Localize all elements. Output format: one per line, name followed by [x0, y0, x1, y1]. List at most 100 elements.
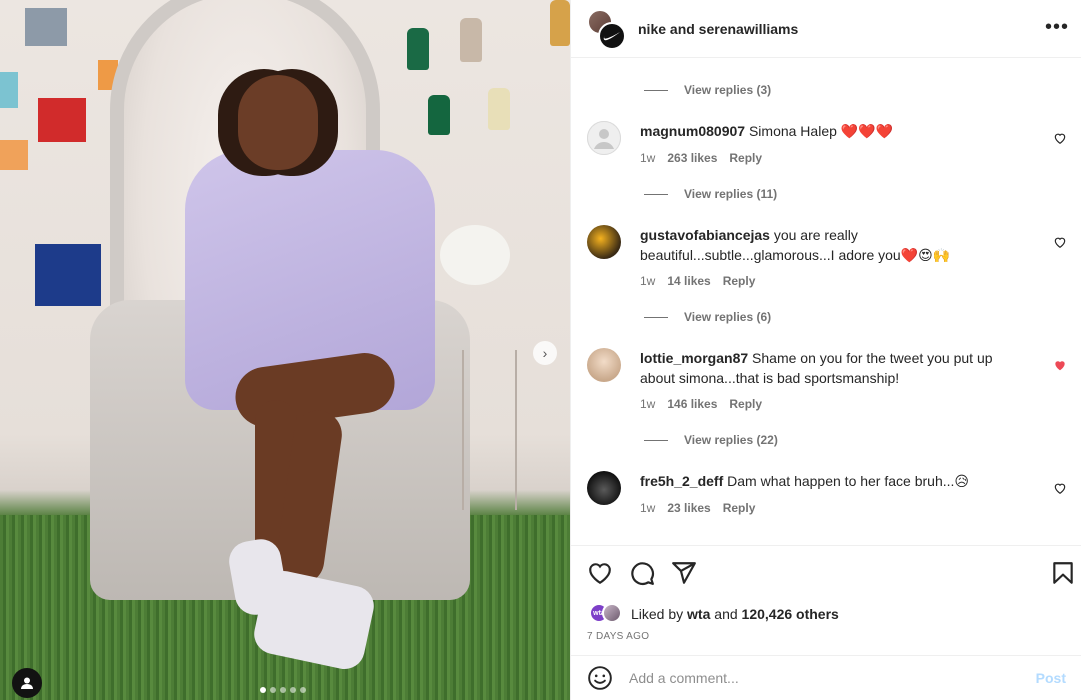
comment-likes[interactable]: 146 likes: [667, 397, 717, 411]
avatar[interactable]: [587, 121, 621, 155]
like-heart-icon[interactable]: [587, 560, 613, 586]
liked-by-joiner: and: [714, 606, 738, 622]
view-replies-label: View replies (22): [684, 433, 778, 447]
comment-text: gustavofabiancejas you are really beauti…: [640, 225, 1020, 265]
like-comment-heart-icon[interactable]: [1053, 481, 1067, 495]
carousel-dot: [260, 687, 266, 693]
view-replies-link[interactable]: View replies (11): [644, 187, 777, 201]
nike-swoosh-icon: [603, 31, 620, 40]
carousel-dot: [280, 687, 286, 693]
reply-button[interactable]: Reply: [723, 501, 756, 515]
thread-spool: [460, 18, 482, 62]
avatar[interactable]: [602, 603, 622, 623]
view-replies-label: View replies (11): [684, 187, 778, 201]
like-comment-heart-icon[interactable]: [1053, 235, 1067, 249]
bookmark-icon[interactable]: [1050, 560, 1076, 586]
thread-spool: [550, 0, 570, 46]
liker-avatars[interactable]: wta: [587, 603, 625, 625]
nike-logo-avatar[interactable]: [598, 21, 626, 50]
wall-decor-block: [0, 72, 18, 108]
share-send-icon[interactable]: [671, 560, 697, 586]
comment-input[interactable]: [629, 670, 1036, 686]
comment-content: Dam what happen to her face bruh...😥: [727, 473, 969, 489]
comment-text: lottie_morgan87 Shame on you for the twe…: [640, 348, 1020, 388]
liked-by-others[interactable]: 120,426 others: [742, 606, 839, 622]
comment-time[interactable]: 1w: [640, 151, 655, 165]
comment-meta: 1w 23 likes Reply: [640, 501, 755, 515]
carousel-dot: [300, 687, 306, 693]
tagged-users-button[interactable]: [12, 668, 42, 698]
avatar[interactable]: [587, 471, 621, 505]
comment-username[interactable]: magnum080907: [640, 123, 745, 139]
like-comment-heart-icon[interactable]: [1053, 131, 1067, 145]
comment-username[interactable]: fre5h_2_deff: [640, 473, 723, 489]
avatar[interactable]: [587, 348, 621, 382]
action-icons: [587, 560, 697, 586]
comment-likes[interactable]: 263 likes: [667, 151, 717, 165]
comment-text: fre5h_2_deff Dam what happen to her face…: [640, 471, 1020, 491]
wall-decor-block: [38, 98, 86, 142]
save-button[interactable]: [1050, 560, 1076, 591]
default-user-icon: [587, 121, 621, 155]
post-header: nike and serenawilliams •••: [571, 0, 1081, 58]
view-replies-label: View replies (3): [684, 83, 772, 97]
comment-time[interactable]: 1w: [640, 501, 655, 515]
post-photo[interactable]: ›: [0, 0, 570, 700]
post-detail-panel: nike and serenawilliams ••• View replies…: [570, 0, 1081, 700]
emoji-icon[interactable]: [587, 665, 613, 691]
carousel-dots: [260, 687, 306, 693]
replies-divider: [644, 89, 668, 91]
chevron-right-icon: ›: [542, 345, 548, 361]
view-replies-link[interactable]: View replies (6): [644, 310, 771, 324]
comment-content: Simona Halep ❤️❤️❤️: [748, 123, 894, 139]
comment-meta: 1w 146 likes Reply: [640, 397, 762, 411]
replies-divider: [644, 439, 668, 441]
comment-username[interactable]: lottie_morgan87: [640, 350, 748, 366]
comment-likes[interactable]: 23 likes: [667, 501, 710, 515]
comment-text: magnum080907 Simona Halep ❤️❤️❤️: [640, 121, 1020, 141]
comments-list[interactable]: View replies (3) magnum080907 Simona Hal…: [571, 58, 1081, 545]
view-replies-label: View replies (6): [684, 310, 772, 324]
comment-item: magnum080907 Simona Halep ❤️❤️❤️ 1w 263 …: [587, 121, 1067, 221]
carousel-dot: [290, 687, 296, 693]
liked-comment-heart-icon[interactable]: [1053, 358, 1067, 372]
thread-spool: [428, 95, 450, 135]
view-replies-link[interactable]: View replies (22): [644, 433, 778, 447]
post-authors[interactable]: nike and serenawilliams: [638, 21, 798, 37]
comment-username[interactable]: gustavofabiancejas: [640, 227, 770, 243]
post-date[interactable]: 7 DAYS AGO: [587, 631, 649, 642]
side-stand: [462, 350, 517, 510]
wall-decor-block: [35, 244, 101, 306]
avatar[interactable]: [587, 225, 621, 259]
next-image-button[interactable]: ›: [533, 341, 557, 365]
thread-spool: [488, 88, 510, 130]
reply-button[interactable]: Reply: [723, 274, 756, 288]
liked-by-summary: wta Liked by wta and 120,426 others: [587, 603, 839, 625]
comment-item: fre5h_2_deff Dam what happen to her face…: [587, 471, 1067, 541]
replies-divider: [644, 193, 668, 195]
carousel-dot: [270, 687, 276, 693]
post-actions: wta Liked by wta and 120,426 others 7 DA…: [571, 545, 1081, 655]
comment-time[interactable]: 1w: [640, 397, 655, 411]
comment-time[interactable]: 1w: [640, 274, 655, 288]
wall-decor-block: [0, 140, 28, 170]
more-options-icon[interactable]: •••: [1045, 17, 1069, 37]
view-replies-link[interactable]: View replies (3): [644, 83, 771, 97]
wall-decor-block: [25, 8, 67, 46]
post-comment-button[interactable]: Post: [1036, 670, 1066, 686]
liked-by-user[interactable]: wta: [687, 606, 710, 622]
user-icon: [21, 677, 33, 689]
reply-button[interactable]: Reply: [729, 397, 762, 411]
comment-meta: 1w 263 likes Reply: [640, 151, 762, 165]
author-avatars[interactable]: [587, 8, 627, 50]
comment-bubble-icon[interactable]: [629, 560, 655, 586]
add-comment-bar: Post: [571, 655, 1081, 700]
white-flowers: [440, 225, 510, 285]
comment-likes[interactable]: 14 likes: [667, 274, 710, 288]
reply-button[interactable]: Reply: [729, 151, 762, 165]
comment-meta: 1w 14 likes Reply: [640, 274, 755, 288]
thread-spool: [407, 28, 429, 70]
person-head: [238, 75, 318, 170]
replies-divider: [644, 316, 668, 318]
liked-by-prefix: Liked by: [631, 606, 684, 622]
